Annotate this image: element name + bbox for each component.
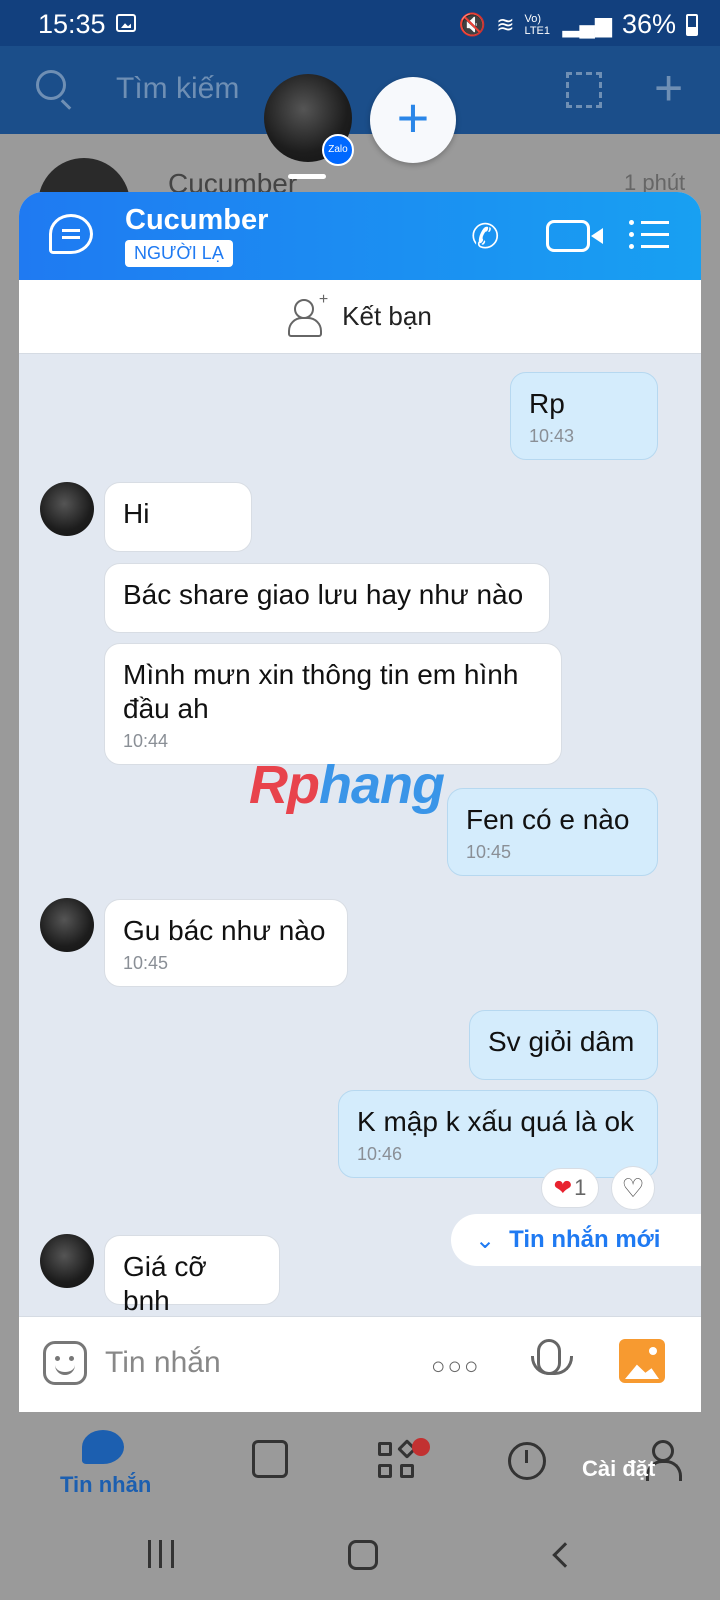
mute-icon: 🔇 — [458, 11, 487, 37]
timeline-tab-icon[interactable] — [508, 1442, 546, 1480]
reaction-count: 1 — [574, 1175, 587, 1200]
messages-tab-icon[interactable] — [82, 1430, 124, 1464]
message-time: 10:46 — [357, 1144, 403, 1164]
status-time: 15:35 — [38, 9, 106, 39]
message-text: Mình mưn xin thông tin em hình đầu ah — [123, 659, 519, 724]
add-friend-button[interactable]: + Kết bạn — [19, 280, 701, 354]
message-text: Rp — [529, 388, 565, 419]
message-text: Gu bác như nào — [123, 915, 326, 946]
double-chevron-down-icon: ⌄ — [475, 1226, 496, 1254]
message-bubble-incoming[interactable]: Gu bác như nào 10:45 — [104, 899, 348, 987]
message-bubble-outgoing[interactable]: Rp 10:43 — [510, 372, 658, 460]
microphone-icon[interactable] — [531, 1339, 573, 1375]
chat-bubble-icon[interactable] — [49, 214, 93, 254]
battery-percent: 36% — [621, 9, 676, 39]
message-text: K mập k xấu quá là ok — [357, 1106, 635, 1137]
search-placeholder[interactable]: Tìm kiếm — [116, 72, 239, 106]
message-bubble-incoming[interactable]: Hi — [104, 482, 252, 552]
like-heart-button[interactable]: ♡ — [611, 1166, 655, 1210]
gallery-notification-icon — [116, 14, 136, 32]
new-messages-label: Tin nhắn mới — [509, 1226, 661, 1253]
menu-list-icon[interactable] — [629, 218, 669, 250]
volte-label: Vo) LTE1 — [524, 12, 550, 37]
phone-call-icon[interactable]: ✆ — [471, 218, 509, 256]
messages-tab-label[interactable]: Tin nhắn — [60, 1472, 151, 1498]
new-messages-button[interactable]: ⌄ Tin nhắn mới — [451, 1214, 701, 1266]
status-bar: 15:35 🔇 ≋ Vo) LTE1 ▂▄▆ 36% — [0, 0, 720, 46]
message-time: 10:43 — [529, 426, 575, 446]
message-bubble-incoming[interactable]: Mình mưn xin thông tin em hình đầu ah 10… — [104, 643, 562, 765]
message-text: Giá cỡ bnh — [123, 1251, 207, 1316]
reaction-summary[interactable]: ❤ 1 — [541, 1168, 599, 1208]
notification-dot — [412, 1438, 430, 1456]
status-right-group: 🔇 ≋ Vo) LTE1 ▂▄▆ 36% — [459, 9, 698, 40]
message-bubble-incoming[interactable]: Giá cỡ bnh — [104, 1235, 280, 1316]
heart-icon: ❤ — [553, 1175, 573, 1200]
message-time: 10:45 — [466, 842, 512, 862]
qr-scan-icon[interactable] — [566, 72, 602, 108]
contact-name[interactable]: Cucumber — [125, 204, 268, 237]
battery-icon — [686, 13, 698, 36]
add-user-icon: + — [288, 291, 328, 337]
emoji-icon[interactable] — [43, 1341, 87, 1385]
sender-avatar[interactable] — [40, 482, 94, 536]
more-options-icon[interactable]: ○○○ — [431, 1353, 481, 1381]
settings-label[interactable]: Cài đặt — [582, 1456, 655, 1482]
watermark-logo: Rphang — [249, 755, 445, 815]
message-time: 10:44 — [123, 731, 169, 751]
message-bubble-outgoing[interactable]: Fen có e nào 10:45 — [447, 788, 658, 876]
message-text: Bác share giao lưu hay như nào — [123, 579, 524, 610]
message-bubble-outgoing[interactable]: K mập k xấu quá là ok 10:46 — [338, 1090, 658, 1178]
message-text: Hi — [123, 498, 150, 529]
video-call-icon[interactable] — [546, 220, 603, 252]
signal-icon: ▂▄▆ — [562, 11, 612, 37]
message-bubble-incoming[interactable]: Bác share giao lưu hay như nào — [104, 563, 550, 633]
recent-apps-icon[interactable] — [148, 1540, 174, 1568]
new-chat-head-button[interactable]: + — [370, 77, 456, 163]
add-friend-label: Kết bạn — [342, 301, 432, 331]
home-icon[interactable] — [348, 1540, 378, 1570]
search-icon[interactable] — [36, 70, 66, 100]
app-header — [0, 46, 720, 134]
message-time: 10:45 — [123, 953, 169, 973]
zalo-badge: Zalo — [322, 134, 354, 166]
message-input[interactable] — [105, 1343, 405, 1383]
stranger-badge: NGƯỜI LẠ — [125, 240, 233, 267]
message-text: Fen có e nào — [466, 804, 630, 835]
add-icon[interactable]: + — [654, 63, 683, 113]
chat-window: Cucumber NGƯỜI LẠ ✆ + Kết bạn Rp 10:43 H… — [19, 192, 701, 1434]
chat-head-handle[interactable] — [288, 174, 326, 179]
wifi-icon: ≋ — [496, 11, 515, 37]
contacts-tab-icon[interactable] — [252, 1440, 288, 1478]
message-text: Sv giỏi dâm — [488, 1026, 635, 1057]
chat-header: Cucumber NGƯỜI LẠ ✆ — [19, 192, 701, 280]
sender-avatar[interactable] — [40, 1234, 94, 1288]
message-bubble-outgoing[interactable]: Sv giỏi dâm — [469, 1010, 658, 1080]
image-picker-icon[interactable] — [619, 1339, 665, 1383]
sender-avatar[interactable] — [40, 898, 94, 952]
